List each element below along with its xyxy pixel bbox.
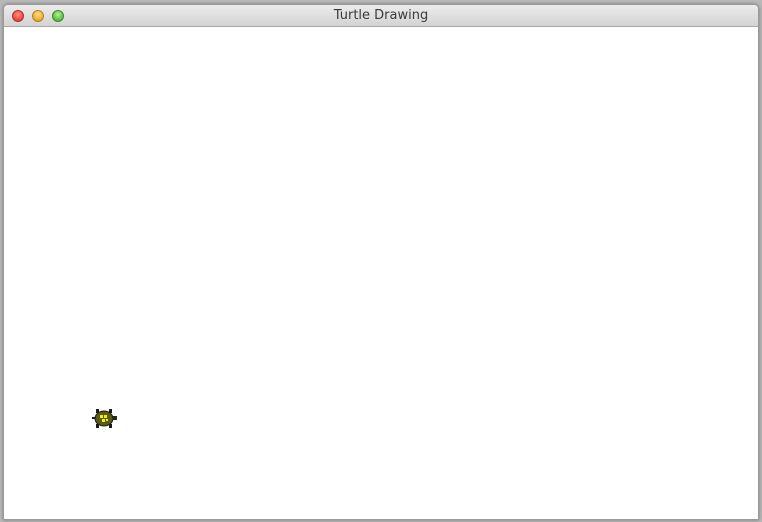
window-title: Turtle Drawing: [333, 8, 429, 23]
turtle-icon: [92, 409, 117, 428]
title-bar[interactable]: Turtle Drawing: [4, 5, 758, 27]
drawing-canvas[interactable]: [4, 27, 758, 519]
turtle-window: Turtle Drawing: [3, 4, 759, 520]
